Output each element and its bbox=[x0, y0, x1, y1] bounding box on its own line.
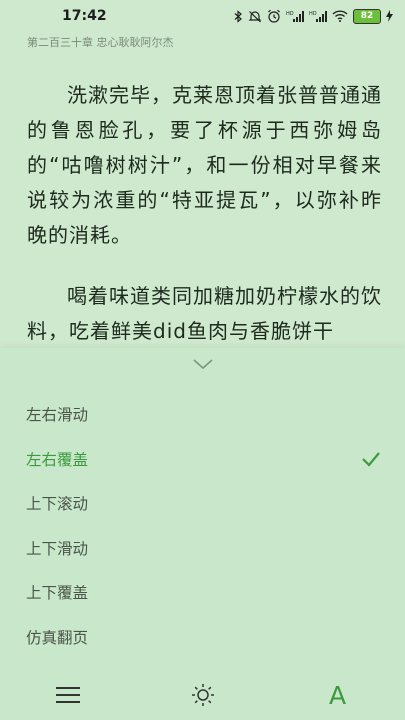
menu-item-label: 左右覆盖 bbox=[26, 450, 89, 469]
status-bar: 17:42 HD HD 82 bbox=[0, 0, 405, 32]
font-icon: A bbox=[328, 680, 347, 710]
bottom-nav: A bbox=[0, 670, 405, 720]
menu-item-label: 上下滑动 bbox=[26, 539, 89, 558]
menu-item-cover-horizontal[interactable]: 左右覆盖 bbox=[0, 437, 405, 482]
svg-text:HD: HD bbox=[286, 11, 294, 17]
menu-item-simulation[interactable]: 仿真翻页 bbox=[0, 615, 405, 660]
signal-hd-icon-2: HD bbox=[309, 10, 327, 23]
menu-item-label: 仿真翻页 bbox=[26, 628, 89, 647]
menu-button[interactable] bbox=[48, 675, 88, 715]
chapter-title: 第二百三十章 忠心耿耿阿尔杰 bbox=[27, 36, 174, 49]
status-icons: HD HD 82 bbox=[234, 8, 393, 24]
content-paragraph: 洗漱完毕，克莱恩顶着张普普通通的鲁恩脸孔，要了杯源于西弥姆岛的“咕噜树树汁”，和… bbox=[27, 83, 382, 247]
brightness-icon bbox=[191, 684, 214, 706]
font-settings-button[interactable]: A bbox=[318, 675, 358, 715]
chevron-down-icon[interactable] bbox=[190, 354, 216, 374]
page-mode-menu: 左右滑动 左右覆盖 上下滚动 上下滑动 上下覆盖 仿真翻页 bbox=[0, 392, 405, 659]
page-mode-sheet: 左右滑动 左右覆盖 上下滚动 上下滑动 上下覆盖 仿真翻页 A bbox=[0, 348, 405, 720]
menu-item-slide-horizontal[interactable]: 左右滑动 bbox=[0, 392, 405, 437]
check-icon bbox=[362, 452, 380, 467]
brightness-button[interactable] bbox=[183, 675, 223, 715]
menu-item-label: 上下覆盖 bbox=[26, 584, 89, 603]
bluetooth-icon bbox=[234, 9, 243, 23]
menu-item-label: 左右滑动 bbox=[26, 406, 89, 425]
reading-content[interactable]: 洗漱完毕，克莱恩顶着张普普通通的鲁恩脸孔，要了杯源于西弥姆岛的“咕噜树树汁”，和… bbox=[27, 78, 382, 348]
svg-text:HD: HD bbox=[309, 11, 317, 17]
alarm-icon bbox=[267, 9, 281, 23]
charging-icon bbox=[386, 10, 393, 22]
battery-icon: 82 bbox=[353, 8, 381, 24]
mute-icon bbox=[248, 10, 262, 23]
battery-level: 82 bbox=[353, 8, 381, 24]
signal-hd-icon: HD bbox=[286, 10, 304, 23]
menu-item-slide-vertical[interactable]: 上下滑动 bbox=[0, 526, 405, 571]
wifi-icon bbox=[332, 10, 348, 22]
menu-item-label: 上下滚动 bbox=[26, 495, 89, 514]
menu-icon bbox=[55, 687, 80, 703]
content-paragraph: 喝着味道类同加糖加奶柠檬水的饮料，吃着鲜美did鱼肉与香脆饼干 bbox=[27, 284, 382, 343]
status-time: 17:42 bbox=[62, 8, 107, 24]
menu-item-scroll-vertical[interactable]: 上下滚动 bbox=[0, 481, 405, 526]
menu-item-cover-vertical[interactable]: 上下覆盖 bbox=[0, 570, 405, 615]
